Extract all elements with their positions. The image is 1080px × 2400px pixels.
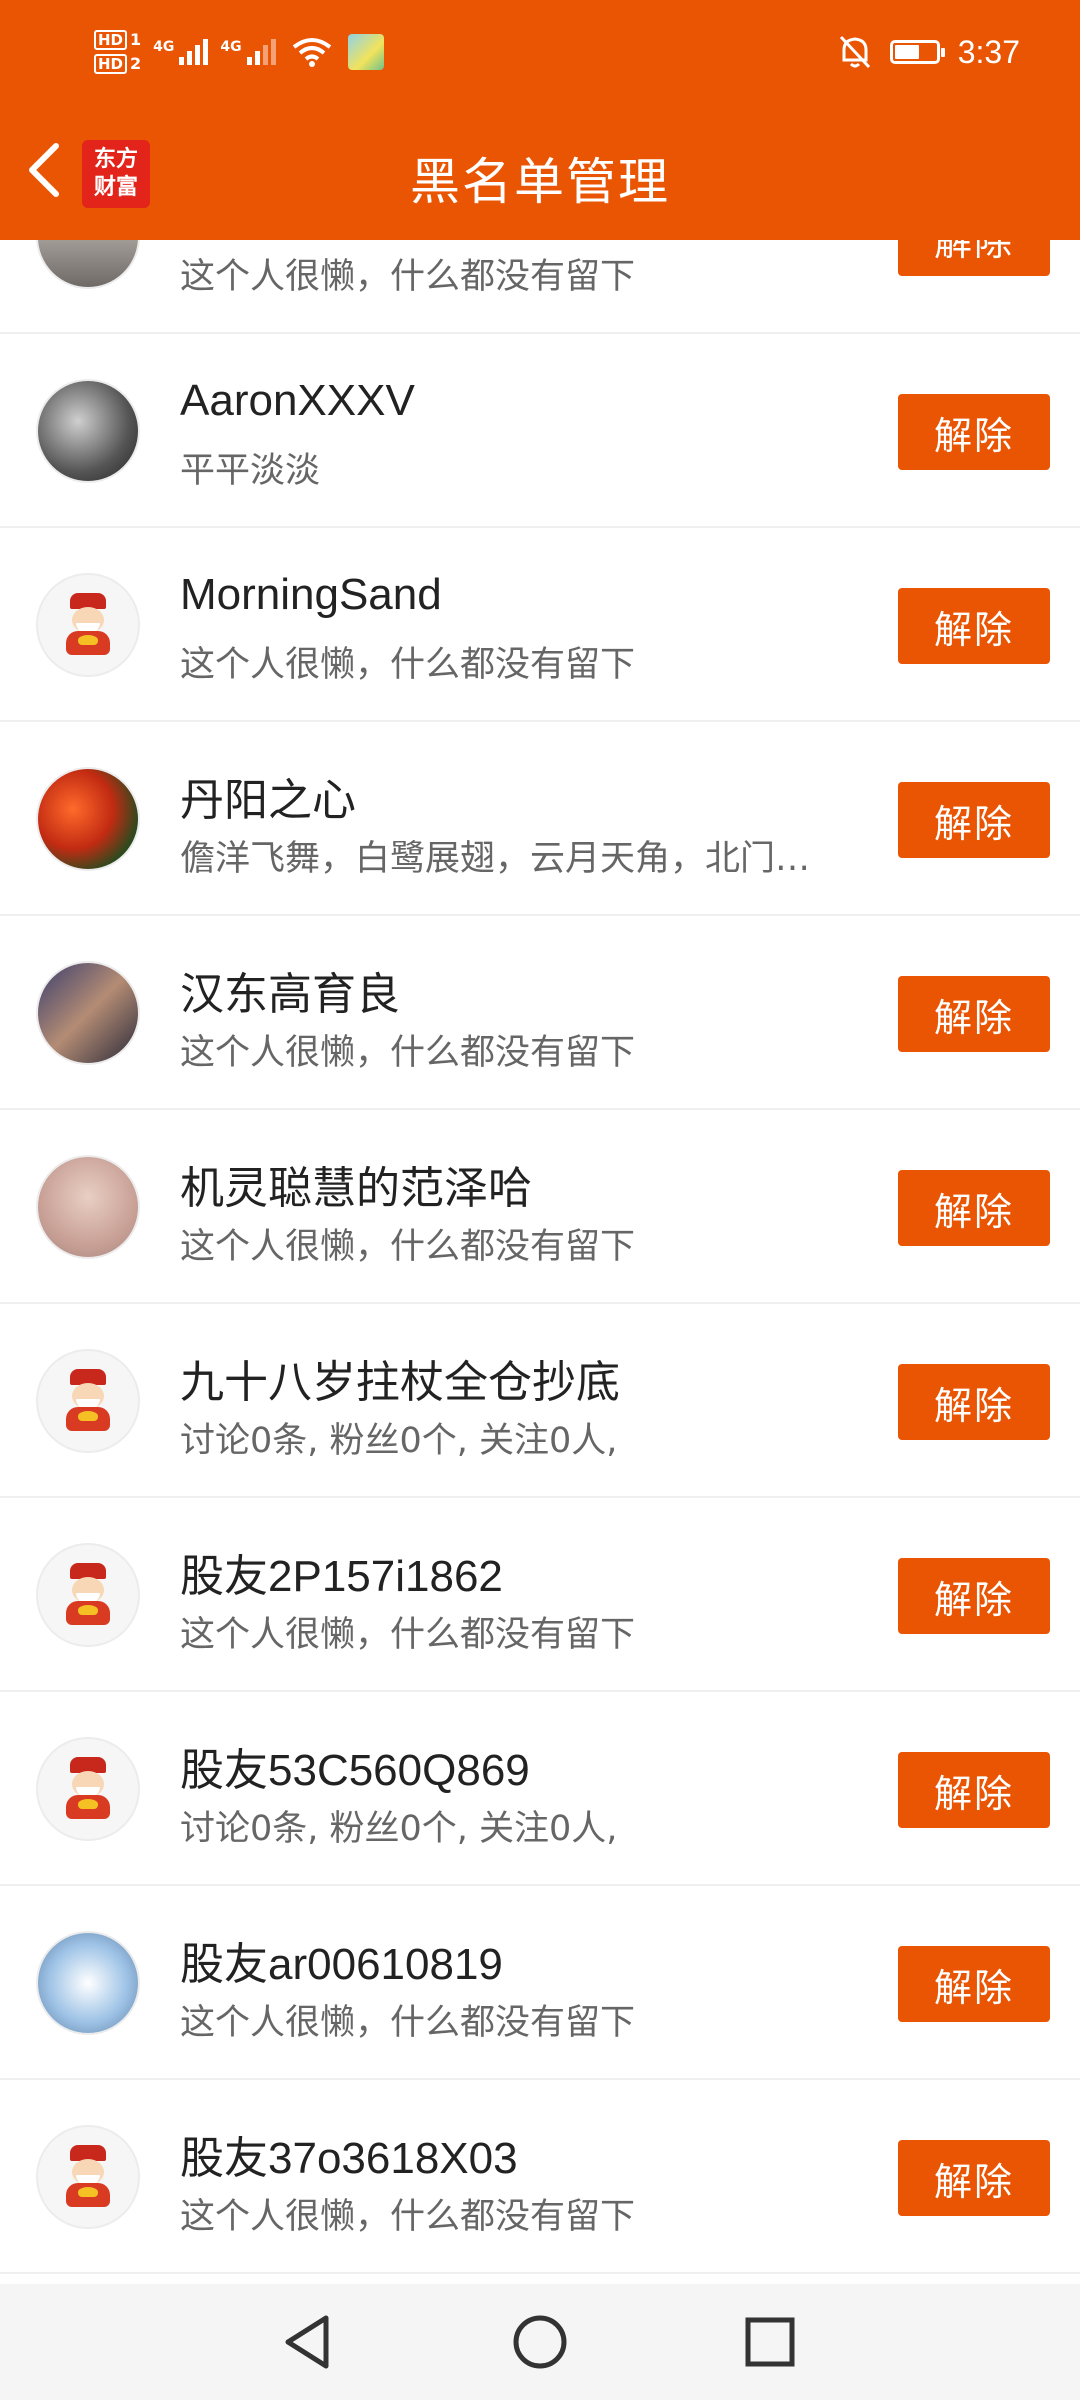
user-name[interactable]: 机灵聪慧的范泽哈	[180, 1152, 532, 1216]
user-signature: 平平淡淡	[180, 451, 321, 491]
unblock-button[interactable]: 解除	[898, 394, 1050, 470]
user-name[interactable]: 股友53C560Q869	[180, 1734, 530, 1798]
list-item: 机灵聪慧的范泽哈 这个人很懒，什么都没有留下 解除	[0, 1110, 1080, 1304]
hd2-sub: 2	[130, 54, 142, 73]
signal-icon: 4G	[153, 39, 209, 65]
list-item: 汉东高育良 这个人很懒，什么都没有留下 解除	[0, 916, 1080, 1110]
unblock-button[interactable]: 解除	[898, 782, 1050, 858]
app-notification-icon	[347, 34, 384, 70]
list-item: 股友2P157i1862 这个人很懒，什么都没有留下 解除	[0, 1498, 1080, 1692]
avatar[interactable]	[36, 767, 140, 871]
net2-label: 4G	[220, 39, 242, 55]
user-name[interactable]: 股友2P157i1862	[180, 1540, 503, 1604]
unblock-button[interactable]: 解除	[898, 1752, 1050, 1828]
user-signature: 这个人很懒，什么都没有留下	[180, 2197, 636, 2237]
user-signature: 这个人很懒，什么都没有留下	[180, 645, 636, 685]
avatar[interactable]	[36, 573, 140, 677]
status-left: HD 1 HD 2 4G 4G	[94, 22, 384, 82]
list-item: AaronXXXV 平平淡淡 解除	[0, 334, 1080, 528]
user-signature: 这个人很懒，什么都没有留下	[180, 1615, 636, 1655]
avatar[interactable]	[36, 1931, 140, 2035]
user-name[interactable]: 股友37o3618X03	[180, 2122, 518, 2186]
default-mascot-icon	[58, 1757, 118, 1821]
user-name[interactable]: 股友ar00610819	[180, 1928, 503, 1992]
user-signature: 这个人很懒，什么都没有留下	[180, 1227, 636, 1267]
unblock-button[interactable]: 解除	[898, 1364, 1050, 1440]
unblock-button[interactable]: 解除	[898, 2140, 1050, 2216]
default-mascot-icon	[58, 1563, 118, 1627]
user-signature: 儋洋飞舞，白鹭展翅，云月天角，北门…	[180, 839, 811, 879]
list-item: 股友ar00610819 这个人很懒，什么都没有留下 解除	[0, 1886, 1080, 2080]
hd2-label: HD	[94, 54, 128, 74]
page-title: 黑名单管理	[410, 153, 670, 211]
user-name[interactable]: 九十八岁拄杖全仓抄底	[180, 1346, 620, 1410]
user-signature: 这个人很懒，什么都没有留下	[180, 1033, 636, 1073]
hd1-indicator: HD 1	[94, 30, 141, 50]
status-bar: HD 1 HD 2 4G 4G 3:37	[0, 0, 1080, 100]
battery-icon	[889, 40, 945, 64]
user-name[interactable]: MorningSand	[180, 570, 442, 620]
back-triangle-icon[interactable]	[280, 2312, 336, 2372]
avatar[interactable]	[36, 1349, 140, 1453]
user-name[interactable]: 丹阳之心	[180, 764, 356, 828]
default-mascot-icon	[58, 593, 118, 657]
avatar[interactable]	[36, 1737, 140, 1841]
user-signature: 这个人很懒，什么都没有留下	[180, 257, 636, 297]
recents-square-icon[interactable]	[742, 2312, 798, 2372]
home-circle-icon[interactable]	[512, 2312, 568, 2372]
clock: 3:37	[957, 33, 1020, 70]
signal-icon: 4G	[220, 39, 276, 65]
blacklist: 这个人很懒，什么都没有留下 解除 AaronXXXV 平平淡淡 解除 Morni…	[0, 140, 1080, 2274]
wifi-icon	[292, 38, 331, 67]
default-mascot-icon	[58, 1369, 118, 1433]
user-signature: 这个人很懒，什么都没有留下	[180, 2003, 636, 2043]
list-item: 股友53C560Q869 讨论0条, 粉丝0个, 关注0人, 解除	[0, 1692, 1080, 1886]
battery-fill	[894, 45, 919, 59]
list-item: 九十八岁拄杖全仓抄底 讨论0条, 粉丝0个, 关注0人, 解除	[0, 1304, 1080, 1498]
status-right: 3:37	[838, 25, 1020, 79]
list-item: MorningSand 这个人很懒，什么都没有留下 解除	[0, 528, 1080, 722]
avatar[interactable]	[36, 1155, 140, 1259]
unblock-button[interactable]: 解除	[898, 1170, 1050, 1246]
unblock-button[interactable]: 解除	[898, 1946, 1050, 2022]
hd2-indicator: HD 2	[94, 54, 141, 74]
unblock-button[interactable]: 解除	[898, 976, 1050, 1052]
avatar[interactable]	[36, 1543, 140, 1647]
unblock-button[interactable]: 解除	[898, 1558, 1050, 1634]
avatar[interactable]	[36, 379, 140, 483]
user-name[interactable]: 汉东高育良	[180, 958, 400, 1022]
nav-bar: 东方 财富 黑名单管理	[0, 100, 1080, 240]
user-signature: 讨论0条, 粉丝0个, 关注0人,	[180, 1421, 618, 1461]
unblock-button[interactable]: 解除	[898, 588, 1050, 664]
user-signature: 讨论0条, 粉丝0个, 关注0人,	[180, 1809, 618, 1849]
hd1-sub: 1	[130, 30, 142, 49]
net1-label: 4G	[153, 39, 175, 55]
mute-bell-icon	[839, 35, 870, 69]
avatar[interactable]	[36, 961, 140, 1065]
app-header: HD 1 HD 2 4G 4G 3:37 东方 财富 黑名单管理	[0, 0, 1080, 240]
system-nav-bar	[0, 2284, 1080, 2400]
default-mascot-icon	[58, 2145, 118, 2209]
list-item: 股友37o3618X03 这个人很懒，什么都没有留下 解除	[0, 2080, 1080, 2274]
avatar[interactable]	[36, 2125, 140, 2229]
list-item: 丹阳之心 儋洋飞舞，白鹭展翅，云月天角，北门… 解除	[0, 722, 1080, 916]
hd1-label: HD	[94, 30, 128, 50]
hd-indicators: HD 1 HD 2	[94, 30, 141, 74]
user-name[interactable]: AaronXXXV	[180, 376, 415, 426]
